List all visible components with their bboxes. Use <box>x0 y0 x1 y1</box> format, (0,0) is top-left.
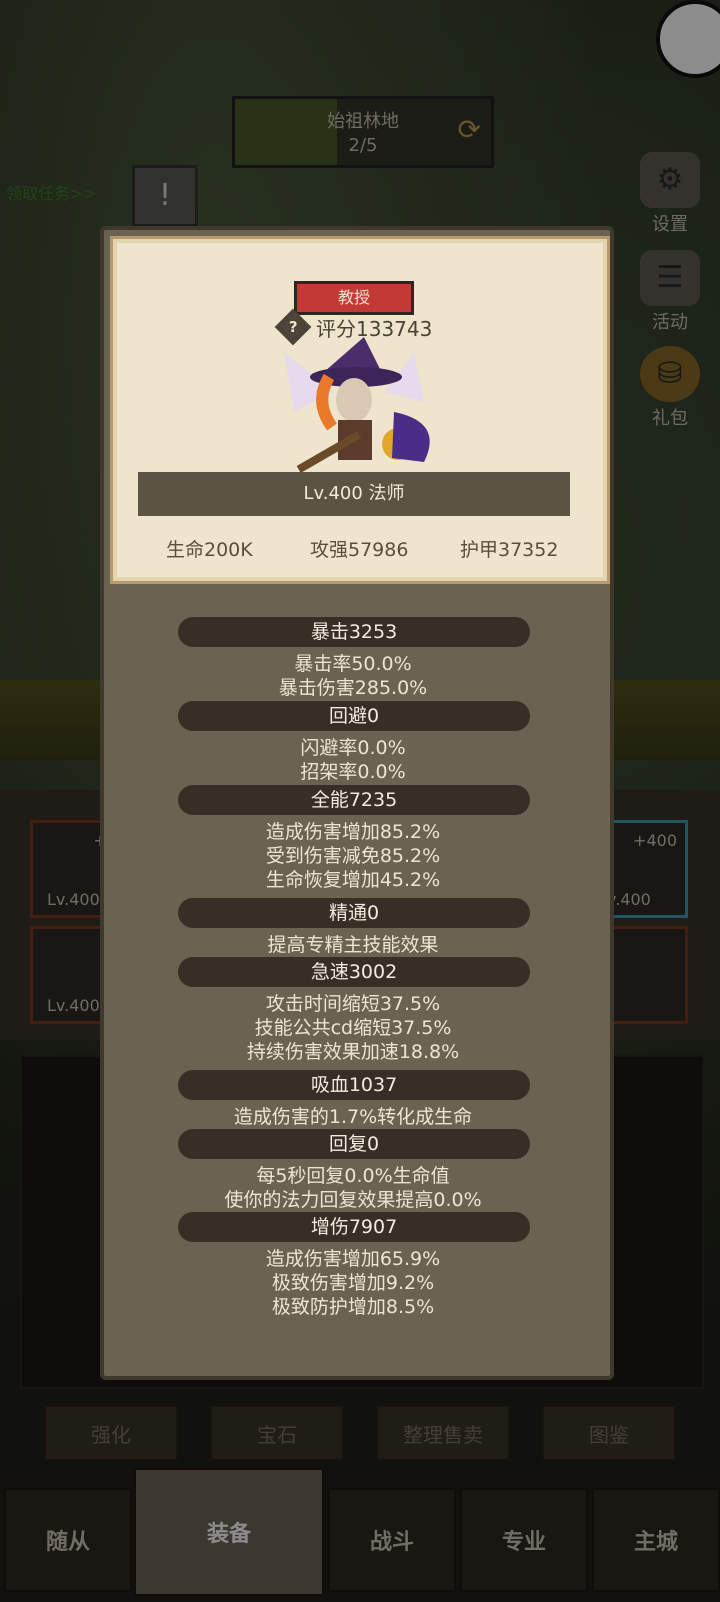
stat-detail: 极致防护增加8.5% <box>271 1296 435 1318</box>
stat-header: 回避0 <box>178 701 530 731</box>
stat-detail: 极致伤害增加9.2% <box>271 1272 435 1294</box>
stat-detail: 招架率0.0% <box>300 761 406 783</box>
stat-detail: 暴击率50.0% <box>294 653 412 675</box>
stat-detail: 提高专精主技能效果 <box>267 934 439 956</box>
stat-detail: 技能公共cd缩短37.5% <box>254 1017 452 1039</box>
stat-detail: 造成伤害增加65.9% <box>265 1248 441 1270</box>
stat-detail: 攻击时间缩短37.5% <box>265 993 441 1015</box>
stat-header: 急速3002 <box>178 957 530 987</box>
mage-character-portrait <box>284 337 430 472</box>
stat-detail: 造成伤害的1.7%转化成生命 <box>233 1106 473 1128</box>
stat-detail: 闪避率0.0% <box>300 737 406 759</box>
hp-stat: 生命200K <box>166 539 253 561</box>
stat-header: 吸血1037 <box>178 1070 530 1100</box>
level-class-bar: Lv.400 法师 <box>138 472 570 516</box>
stat-header: 增伤7907 <box>178 1212 530 1242</box>
attack-stat: 攻强57986 <box>310 539 409 561</box>
stat-header: 回复0 <box>178 1129 530 1159</box>
stat-detail: 使你的法力回复效果提高0.0% <box>224 1189 482 1211</box>
armor-stat: 护甲37352 <box>460 539 559 561</box>
stat-detail: 每5秒回复0.0%生命值 <box>256 1165 450 1187</box>
stat-detail: 受到伤害减免85.2% <box>265 845 441 867</box>
stat-detail: 持续伤害效果加速18.8% <box>246 1041 460 1063</box>
stat-detail: 生命恢复增加45.2% <box>265 869 441 891</box>
stat-header: 精通0 <box>178 898 530 928</box>
stat-header: 全能7235 <box>178 785 530 815</box>
character-title-badge: 教授 <box>294 281 414 315</box>
stat-detail: 造成伤害增加85.2% <box>265 821 441 843</box>
stat-header: 暴击3253 <box>178 617 530 647</box>
stat-detail: 暴击伤害285.0% <box>278 677 428 699</box>
